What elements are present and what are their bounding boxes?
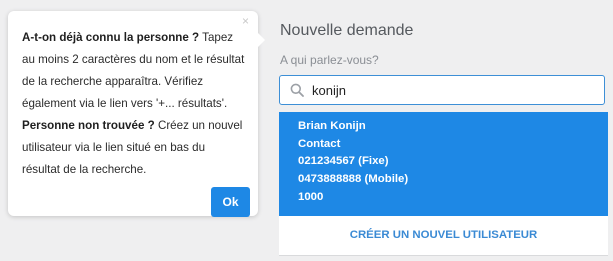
search-result-item[interactable]: Brian Konijn Contact 021234567 (Fixe) 04… [279, 112, 608, 216]
tooltip-heading-not-found: Personne non trouvée ? [22, 119, 155, 132]
create-user-row: CRÉER UN NOUVEL UTILISATEUR [279, 216, 608, 256]
search-box[interactable] [279, 75, 605, 105]
help-tooltip: × A-t-on déjà connu la personne ? Tapez … [8, 11, 265, 217]
page-title: Nouvelle demande [280, 22, 414, 39]
tooltip-heading-known: A-t-on déjà connu la personne ? [22, 31, 200, 44]
result-phone-fixed: 021234567 (Fixe) [298, 155, 389, 167]
result-phone-mobile: 0473888888 (Mobile) [298, 173, 409, 185]
tooltip-text: A-t-on déjà connu la personne ? Tapez au… [22, 27, 246, 181]
search-input[interactable] [312, 80, 592, 100]
result-role: Contact [298, 138, 341, 150]
result-number: 1000 [298, 191, 324, 203]
tooltip-arrow [257, 32, 265, 48]
create-user-link[interactable]: CRÉER UN NOUVEL UTILISATEUR [279, 229, 608, 241]
search-label: A qui parlez-vous? [280, 53, 379, 67]
close-icon[interactable]: × [242, 15, 249, 27]
screen: × A-t-on déjà connu la personne ? Tapez … [0, 0, 613, 261]
ok-button[interactable]: Ok [211, 187, 250, 217]
search-icon [290, 83, 304, 97]
result-name: Brian Konijn [298, 120, 366, 132]
